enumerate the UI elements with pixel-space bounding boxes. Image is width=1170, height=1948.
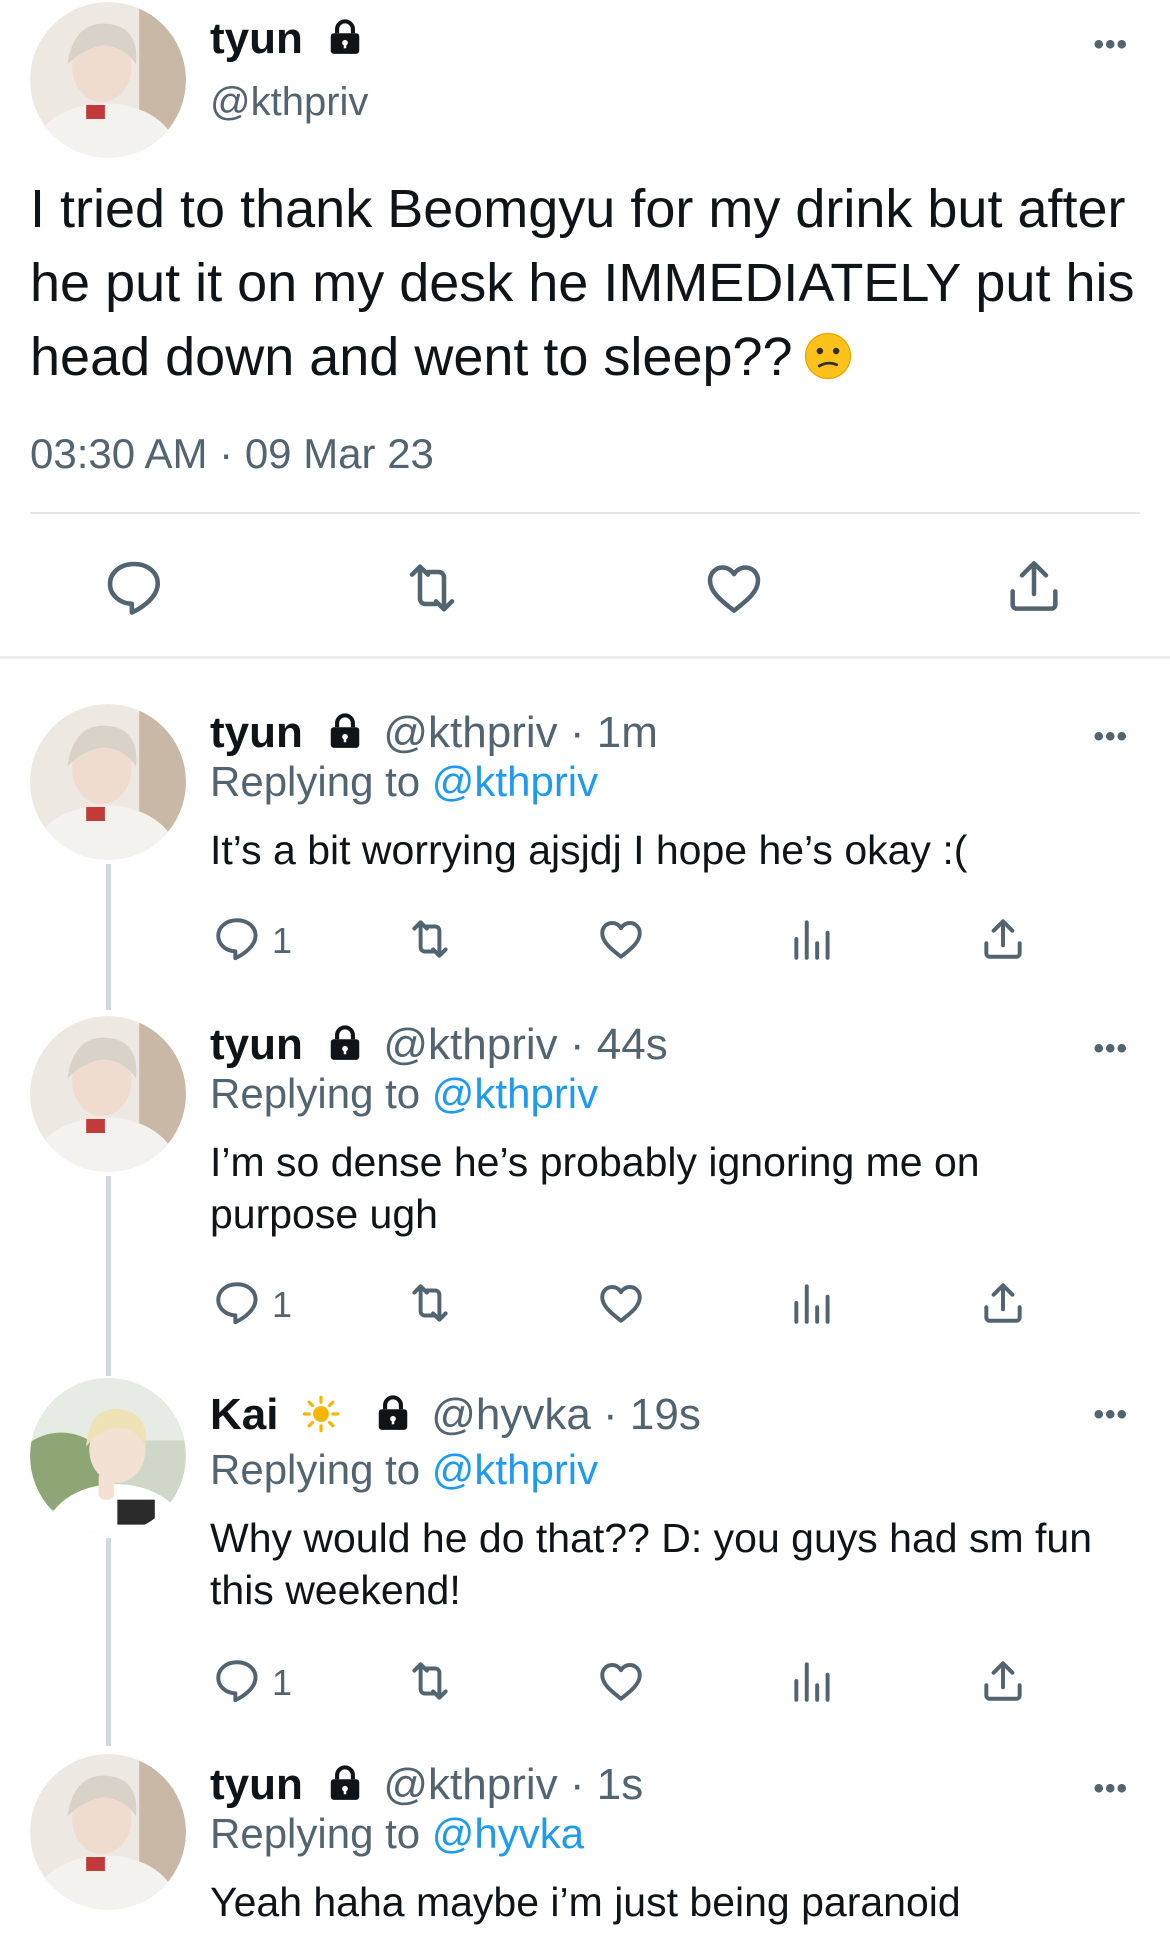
handle-text[interactable]: @kthpriv bbox=[383, 1020, 557, 1069]
views-icon[interactable] bbox=[788, 1278, 838, 1328]
views-icon[interactable] bbox=[788, 1656, 838, 1706]
reply-time[interactable]: 44s bbox=[597, 1020, 668, 1069]
reply-text: It’s a bit worrying ajsjdj I hope he’s o… bbox=[210, 827, 968, 873]
reply-icon[interactable] bbox=[212, 1656, 262, 1706]
reply-time[interactable]: 1m bbox=[597, 708, 658, 757]
avatar[interactable] bbox=[30, 2, 186, 158]
meta-separator: · bbox=[569, 1760, 585, 1809]
reply-text: I’m so dense he’s probably ignoring me o… bbox=[210, 1139, 980, 1237]
lock-icon bbox=[330, 1765, 360, 1800]
tweet-date: 09 Mar 23 bbox=[244, 430, 434, 477]
author-handle[interactable]: @kthpriv bbox=[210, 80, 368, 125]
display-name-text[interactable]: tyun bbox=[210, 708, 303, 757]
display-name-text: tyun bbox=[210, 14, 303, 63]
meta-separator: · bbox=[603, 1390, 618, 1439]
divider bbox=[30, 512, 1140, 514]
share-icon[interactable] bbox=[978, 1656, 1028, 1706]
more-options-button[interactable]: ••• bbox=[1093, 1400, 1128, 1430]
handle-text[interactable]: @kthpriv bbox=[383, 708, 557, 757]
reply-header: tyun @kthpriv · 44s bbox=[210, 1020, 668, 1070]
replying-label: Replying to bbox=[210, 1810, 421, 1857]
tweet-text: I tried to thank Beomgyu for my drink bu… bbox=[30, 172, 1150, 394]
handle-text[interactable]: @kthpriv bbox=[383, 1760, 557, 1809]
retweet-icon[interactable] bbox=[405, 1278, 455, 1328]
replying-label: Replying to bbox=[210, 1070, 421, 1117]
lock-icon bbox=[330, 19, 360, 54]
mention-link[interactable]: @hyvka bbox=[432, 1810, 584, 1857]
share-icon[interactable] bbox=[978, 914, 1028, 964]
handle-text[interactable]: @hyvka bbox=[431, 1390, 591, 1439]
reply-header: Kai @hyvka · 19s bbox=[210, 1390, 701, 1440]
replying-to: Replying to @hyvka bbox=[210, 1810, 584, 1858]
lock-icon bbox=[330, 1025, 360, 1060]
display-name-text[interactable]: tyun bbox=[210, 1760, 303, 1809]
section-divider bbox=[0, 656, 1170, 659]
mention-link[interactable]: @kthpriv bbox=[432, 1446, 598, 1493]
meta-separator: · bbox=[219, 430, 234, 477]
reply-actions: 1 bbox=[0, 914, 1170, 974]
share-icon[interactable] bbox=[978, 1278, 1028, 1328]
more-options-button[interactable]: ••• bbox=[1093, 722, 1128, 752]
reply-tweet[interactable]: tyun @kthpriv · 1s ••• Replying to @hyvk… bbox=[0, 1760, 1170, 1948]
reply-header: tyun @kthpriv · 1s bbox=[210, 1760, 643, 1810]
tweet-timestamp[interactable]: 03:30 AM · 09 Mar 23 bbox=[30, 430, 434, 478]
mention-link[interactable]: @kthpriv bbox=[432, 1070, 598, 1117]
tweet-actions bbox=[0, 548, 1170, 628]
display-name-text[interactable]: Kai bbox=[210, 1390, 278, 1439]
reply-text: Yeah haha maybe i’m just being paranoid bbox=[210, 1879, 961, 1925]
reply-time[interactable]: 19s bbox=[630, 1390, 701, 1439]
profile-photo-tyun bbox=[30, 2, 186, 158]
sun-icon bbox=[302, 1395, 339, 1433]
replying-to: Replying to @kthpriv bbox=[210, 1446, 598, 1494]
replying-label: Replying to bbox=[210, 758, 421, 805]
lock-icon bbox=[378, 1395, 408, 1430]
more-options-button[interactable]: ••• bbox=[1093, 30, 1128, 60]
tweet-time: 03:30 AM bbox=[30, 430, 208, 477]
reply-icon[interactable] bbox=[212, 1278, 262, 1328]
retweet-icon[interactable] bbox=[405, 1656, 455, 1706]
more-options-button[interactable]: ••• bbox=[1093, 1034, 1128, 1064]
retweet-icon[interactable] bbox=[400, 556, 464, 620]
views-icon[interactable] bbox=[788, 914, 838, 964]
reply-icon[interactable] bbox=[102, 556, 166, 620]
tweet-body: I tried to thank Beomgyu for my drink bu… bbox=[30, 179, 1135, 387]
reply-actions: 1 bbox=[0, 1656, 1170, 1716]
tweet-thread-view: tyun @kthpriv ••• I tried to thank Beomg… bbox=[0, 0, 1170, 1948]
confused-face-icon bbox=[804, 332, 851, 380]
replying-label: Replying to bbox=[210, 1446, 421, 1493]
reply-count: 1 bbox=[272, 1284, 293, 1325]
share-icon[interactable] bbox=[1002, 554, 1066, 618]
heart-icon[interactable] bbox=[702, 556, 766, 620]
reply-text: Why would he do that?? D: you guys had s… bbox=[210, 1515, 1093, 1613]
replying-to: Replying to @kthpriv bbox=[210, 758, 598, 806]
mention-link[interactable]: @kthpriv bbox=[432, 758, 598, 805]
heart-icon[interactable] bbox=[596, 1656, 646, 1706]
reply-time[interactable]: 1s bbox=[597, 1760, 643, 1809]
more-options-button[interactable]: ••• bbox=[1093, 1774, 1128, 1804]
display-name-text[interactable]: tyun bbox=[210, 1020, 303, 1069]
author-display-name[interactable]: tyun bbox=[210, 14, 365, 64]
meta-separator: · bbox=[569, 708, 585, 757]
reply-header: tyun @kthpriv · 1m bbox=[210, 708, 658, 758]
heart-icon[interactable] bbox=[596, 914, 646, 964]
reply-icon[interactable] bbox=[212, 914, 262, 964]
lock-icon bbox=[330, 713, 360, 748]
reply-count: 1 bbox=[272, 920, 293, 961]
meta-separator: · bbox=[569, 1020, 585, 1069]
retweet-icon[interactable] bbox=[405, 914, 455, 964]
reply-count: 1 bbox=[272, 1662, 293, 1703]
replying-to: Replying to @kthpriv bbox=[210, 1070, 598, 1118]
heart-icon[interactable] bbox=[596, 1278, 646, 1328]
reply-actions: 1 bbox=[0, 1278, 1170, 1338]
